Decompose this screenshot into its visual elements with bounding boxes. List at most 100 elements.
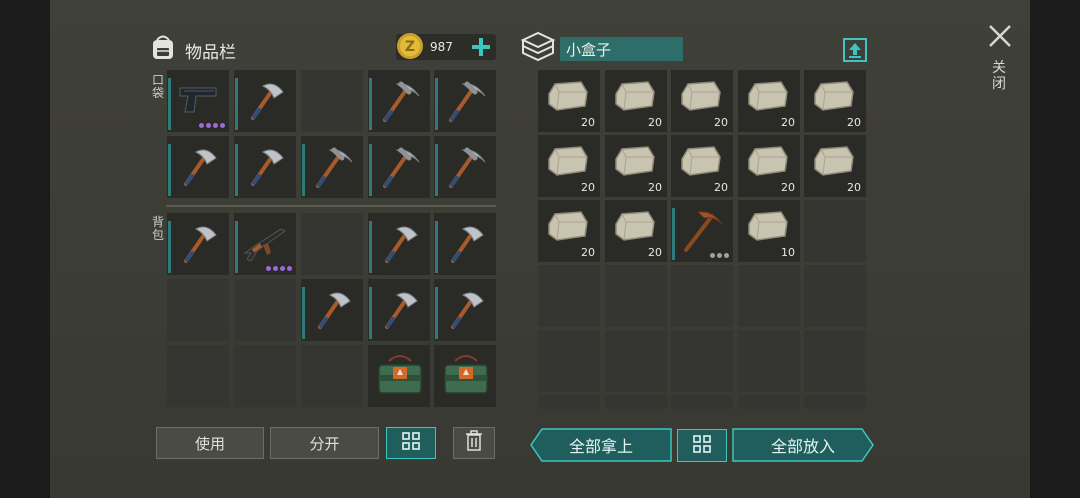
backpack-slot[interactable]	[167, 213, 229, 275]
coin-icon: Z	[396, 32, 424, 60]
pocket-slot[interactable]	[301, 70, 363, 132]
container-slot[interactable]	[605, 265, 667, 327]
grid-icon	[401, 431, 421, 455]
durability-bar	[672, 208, 675, 260]
container-slot[interactable]	[738, 395, 800, 409]
container-slot[interactable]	[804, 265, 866, 327]
close-button[interactable]	[986, 22, 1014, 50]
rarity-dots	[266, 266, 292, 271]
sort-container-button[interactable]	[677, 429, 727, 462]
durability-bar	[369, 144, 372, 196]
item-quantity: 20	[847, 181, 861, 194]
hatchet-icon	[375, 219, 423, 271]
container-slot[interactable]	[605, 395, 667, 409]
backpack-slot[interactable]	[301, 213, 363, 275]
backpack-slot[interactable]	[301, 345, 363, 407]
container-slot[interactable]	[804, 395, 866, 409]
pickaxe-icon	[441, 76, 489, 128]
container-slot[interactable]	[671, 330, 733, 392]
backpack-slot[interactable]	[234, 213, 296, 275]
hatchet-icon	[174, 219, 222, 271]
sort-inventory-button[interactable]	[386, 427, 436, 459]
hatchet-icon	[174, 142, 222, 194]
container-slot[interactable]: 20	[738, 70, 800, 132]
use-button[interactable]: 使用	[156, 427, 264, 459]
svg-text:Z: Z	[405, 39, 415, 55]
container-slot[interactable]: 20	[605, 200, 667, 262]
item-quantity: 20	[714, 116, 728, 129]
put-all-button[interactable]: 全部放入	[732, 428, 874, 462]
add-currency-icon[interactable]	[470, 36, 492, 58]
backpack-slot[interactable]	[301, 279, 363, 341]
backpack-slot[interactable]	[368, 345, 430, 407]
durability-bar	[168, 221, 171, 273]
container-slot[interactable]: 20	[804, 70, 866, 132]
container-slot[interactable]	[671, 265, 733, 327]
trash-icon	[465, 430, 483, 456]
backpack-slot[interactable]	[234, 279, 296, 341]
pocket-slot[interactable]	[434, 70, 496, 132]
backpack-slot[interactable]	[167, 345, 229, 407]
container-slot[interactable]	[538, 395, 600, 409]
pocket-slot[interactable]	[368, 70, 430, 132]
split-button[interactable]: 分开	[270, 427, 379, 459]
durability-bar	[235, 221, 238, 273]
backpack-slot[interactable]	[434, 279, 496, 341]
container-slot[interactable]: 20	[538, 200, 600, 262]
take-all-button[interactable]: 全部拿上	[530, 428, 672, 462]
container-slot[interactable]	[538, 265, 600, 327]
hatchet-icon	[241, 76, 289, 128]
container-slot[interactable]	[671, 200, 733, 262]
container-slot[interactable]	[605, 330, 667, 392]
take-all-label: 全部拿上	[568, 437, 633, 456]
stone-icon	[545, 76, 591, 120]
container-slot[interactable]: 10	[738, 200, 800, 262]
trash-button[interactable]	[453, 427, 495, 459]
put-all-label: 全部放入	[770, 437, 835, 456]
container-slot[interactable]: 20	[738, 135, 800, 197]
rifle-icon	[241, 219, 289, 271]
container-slot[interactable]: 20	[671, 135, 733, 197]
container-slot[interactable]	[738, 330, 800, 392]
item-quantity: 20	[648, 181, 662, 194]
durability-bar	[369, 221, 372, 273]
container-slot[interactable]	[804, 330, 866, 392]
backpack-slot[interactable]	[167, 279, 229, 341]
rarity-dots	[199, 123, 225, 128]
backpack-slot[interactable]	[434, 213, 496, 275]
backpack-slot[interactable]	[368, 213, 430, 275]
box-icon	[520, 30, 556, 62]
inventory-title: 物品栏	[185, 43, 236, 63]
pocket-slot[interactable]	[368, 136, 430, 198]
pocket-slot[interactable]	[167, 136, 229, 198]
backpack-slot[interactable]	[368, 279, 430, 341]
container-slot[interactable]	[671, 395, 733, 409]
item-quantity: 20	[648, 116, 662, 129]
item-quantity: 20	[581, 116, 595, 129]
pocket-slot[interactable]	[234, 70, 296, 132]
container-slot[interactable]: 20	[538, 135, 600, 197]
backpack-slot[interactable]	[234, 345, 296, 407]
backpack-slot[interactable]	[434, 345, 496, 407]
container-slot[interactable]	[538, 330, 600, 392]
container-slot[interactable]: 20	[804, 135, 866, 197]
section-divider	[166, 205, 496, 207]
container-slot[interactable]: 20	[605, 135, 667, 197]
backpack-icon	[148, 32, 178, 62]
pocket-slot[interactable]	[167, 70, 229, 132]
container-slot[interactable]: 20	[538, 70, 600, 132]
pocket-slot[interactable]	[301, 136, 363, 198]
container-slot[interactable]: 20	[605, 70, 667, 132]
pocket-slot[interactable]	[234, 136, 296, 198]
container-slot[interactable]	[738, 265, 800, 327]
pocket-slot[interactable]	[434, 136, 496, 198]
durability-bar	[435, 144, 438, 196]
hatchet-icon	[441, 219, 489, 271]
container-slot[interactable]: 20	[671, 70, 733, 132]
container-slot[interactable]	[804, 200, 866, 262]
item-quantity: 20	[581, 246, 595, 259]
pickaxe-icon	[308, 142, 356, 194]
hatchet-icon	[441, 285, 489, 337]
item-quantity: 20	[781, 181, 795, 194]
upload-button[interactable]	[843, 38, 867, 62]
